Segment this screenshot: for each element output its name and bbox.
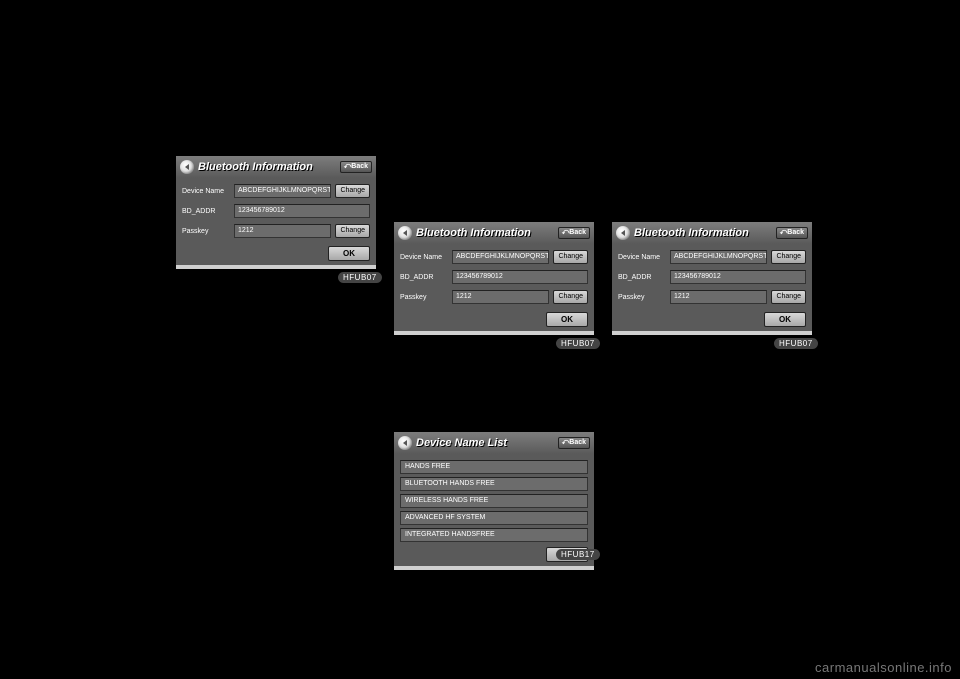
figure-code: HFUB07 — [556, 338, 600, 349]
footer-bar — [612, 331, 812, 335]
passkey-row: Passkey 1212 Change — [618, 290, 806, 304]
speaker-icon — [616, 226, 630, 240]
panel-title: Bluetooth Information — [198, 161, 340, 173]
bd-addr-row: BD_ADDR 123456789012 — [400, 270, 588, 284]
change-passkey-button[interactable]: Change — [335, 224, 370, 238]
back-button[interactable]: ⤺Back — [340, 161, 372, 173]
device-name-label: Device Name — [618, 254, 666, 261]
passkey-label: Passkey — [400, 294, 448, 301]
device-name-value: ABCDEFGHIJKLMNOPQRST — [452, 250, 549, 264]
titlebar: Bluetooth Information ⤺Back — [176, 156, 376, 178]
footer-bar — [394, 331, 594, 335]
back-button[interactable]: ⤺Back — [558, 227, 590, 239]
list-item[interactable]: INTEGRATED HANDSFREE — [400, 528, 588, 542]
footer-bar — [176, 265, 376, 269]
speaker-icon — [398, 226, 412, 240]
passkey-row: Passkey 1212 Change — [182, 224, 370, 238]
panel-body: Device Name ABCDEFGHIJKLMNOPQRST Change … — [394, 244, 594, 331]
speaker-icon — [398, 436, 412, 450]
panel-title: Bluetooth Information — [634, 227, 776, 239]
device-name-value: ABCDEFGHIJKLMNOPQRST — [234, 184, 331, 198]
passkey-label: Passkey — [618, 294, 666, 301]
bd-addr-value: 123456789012 — [452, 270, 588, 284]
ok-button[interactable]: OK — [764, 312, 806, 327]
bluetooth-info-panel: Bluetooth Information ⤺Back Device Name … — [176, 156, 376, 269]
bd-addr-label: BD_ADDR — [618, 274, 666, 281]
ok-button[interactable]: OK — [546, 312, 588, 327]
change-passkey-button[interactable]: Change — [771, 290, 806, 304]
panel-title: Device Name List — [416, 437, 558, 449]
device-name-row: Device Name ABCDEFGHIJKLMNOPQRST Change — [400, 250, 588, 264]
passkey-value: 1212 — [452, 290, 549, 304]
figure-code: HFUB07 — [774, 338, 818, 349]
back-button[interactable]: ⤺Back — [776, 227, 808, 239]
bd-addr-value: 123456789012 — [670, 270, 806, 284]
watermark: carmanualsonline.info — [815, 660, 952, 675]
device-name-label: Device Name — [182, 188, 230, 195]
panel-title: Bluetooth Information — [416, 227, 558, 239]
back-button[interactable]: ⤺Back — [558, 437, 590, 449]
passkey-value: 1212 — [670, 290, 767, 304]
change-passkey-button[interactable]: Change — [553, 290, 588, 304]
figure-code: HFUB07 — [338, 272, 382, 283]
change-device-name-button[interactable]: Change — [771, 250, 806, 264]
bd-addr-row: BD_ADDR 123456789012 — [182, 204, 370, 218]
device-name-row: Device Name ABCDEFGHIJKLMNOPQRST Change — [182, 184, 370, 198]
bluetooth-info-panel: Bluetooth Information ⤺Back Device Name … — [394, 222, 594, 335]
device-name-value: ABCDEFGHIJKLMNOPQRST — [670, 250, 767, 264]
list-item[interactable]: WIRELESS HANDS FREE — [400, 494, 588, 508]
bd-addr-value: 123456789012 — [234, 204, 370, 218]
footer-bar — [394, 566, 594, 570]
bd-addr-label: BD_ADDR — [400, 274, 448, 281]
panel-body: Device Name ABCDEFGHIJKLMNOPQRST Change … — [176, 178, 376, 265]
device-name-label: Device Name — [400, 254, 448, 261]
ok-button[interactable]: OK — [328, 246, 370, 261]
titlebar: Bluetooth Information ⤺Back — [612, 222, 812, 244]
list-item[interactable]: ADVANCED HF SYSTEM — [400, 511, 588, 525]
panel-body: Device Name ABCDEFGHIJKLMNOPQRST Change … — [612, 244, 812, 331]
list-item[interactable]: BLUETOOTH HANDS FREE — [400, 477, 588, 491]
speaker-icon — [180, 160, 194, 174]
passkey-row: Passkey 1212 Change — [400, 290, 588, 304]
titlebar: Bluetooth Information ⤺Back — [394, 222, 594, 244]
device-name-row: Device Name ABCDEFGHIJKLMNOPQRST Change — [618, 250, 806, 264]
figure-code: HFUB17 — [556, 549, 600, 560]
passkey-label: Passkey — [182, 228, 230, 235]
list-item[interactable]: HANDS FREE — [400, 460, 588, 474]
titlebar: Device Name List ⤺Back — [394, 432, 594, 454]
passkey-value: 1212 — [234, 224, 331, 238]
change-device-name-button[interactable]: Change — [553, 250, 588, 264]
bd-addr-label: BD_ADDR — [182, 208, 230, 215]
bluetooth-info-panel: Bluetooth Information ⤺Back Device Name … — [612, 222, 812, 335]
change-device-name-button[interactable]: Change — [335, 184, 370, 198]
bd-addr-row: BD_ADDR 123456789012 — [618, 270, 806, 284]
